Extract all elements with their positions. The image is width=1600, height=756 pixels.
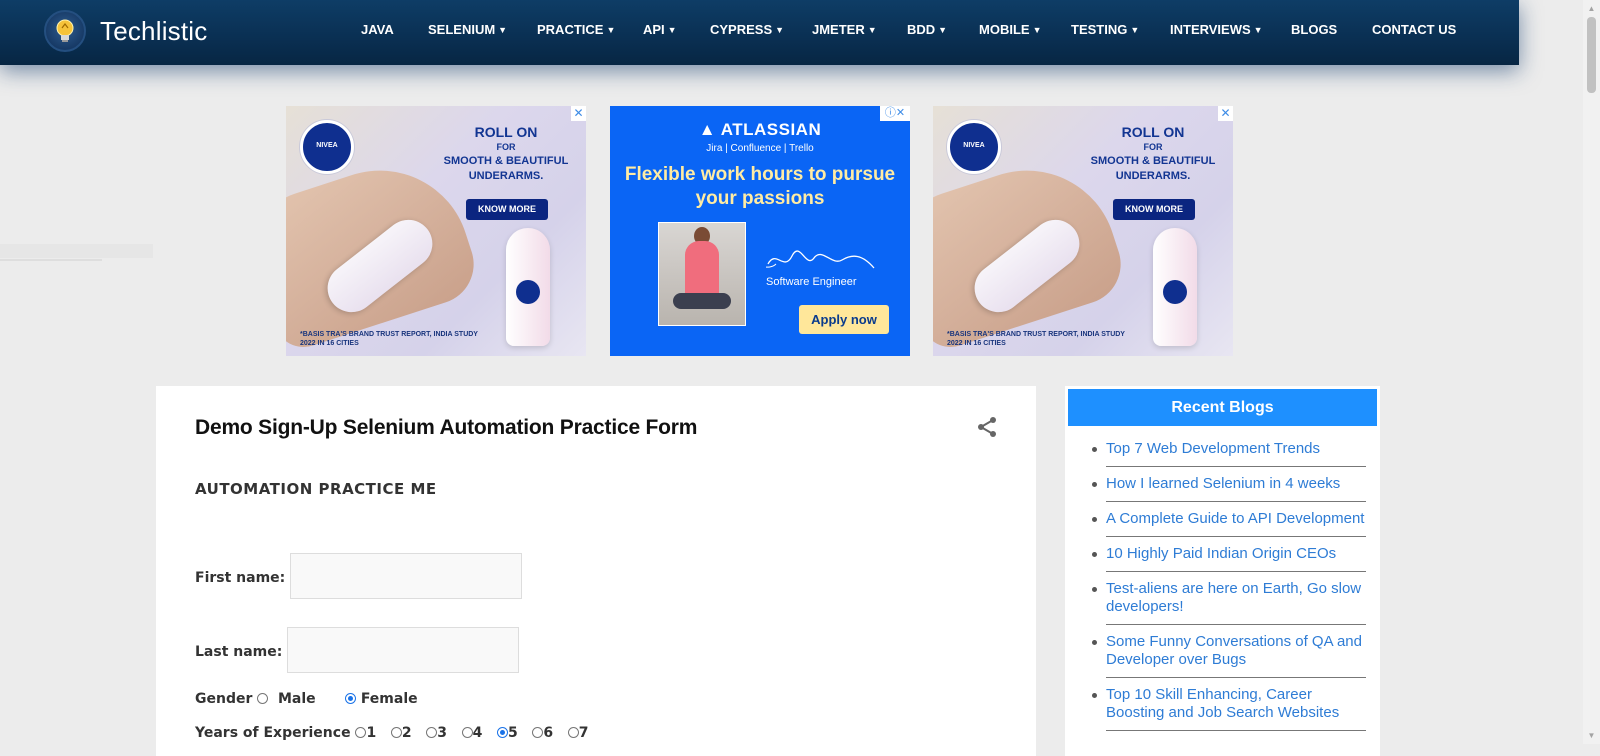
list-item: 10 Highly Paid Indian Origin CEOs xyxy=(1092,537,1366,572)
radio-male[interactable] xyxy=(257,693,269,704)
nav-bdd[interactable]: BDD ▼ xyxy=(907,22,947,37)
nav-jmeter[interactable]: JMETER ▼ xyxy=(812,22,877,37)
ad-choices-icon[interactable]: ⓘ✕ xyxy=(880,106,910,121)
gender-row: Gender Male Female xyxy=(195,691,418,707)
radio-exp-1[interactable] xyxy=(355,727,367,738)
share-icon[interactable] xyxy=(976,416,998,438)
page-title: Demo Sign-Up Selenium Automation Practic… xyxy=(195,416,698,439)
list-item: Top 7 Web Development Trends xyxy=(1092,432,1366,467)
section-heading: AUTOMATION PRACTICE ME xyxy=(195,480,437,498)
list-item: How I learned Selenium in 4 weeks xyxy=(1092,467,1366,502)
experience-label: Years of Experience xyxy=(195,725,351,741)
ad-banner-nivea-left[interactable]: NIVEA ROLL ON FOR SMOOTH & BEAUTIFUL UND… xyxy=(286,106,586,356)
first-name-input[interactable] xyxy=(290,553,522,599)
experience-option-2[interactable]: 2 xyxy=(390,725,412,741)
blog-link[interactable]: Top 7 Web Development Trends xyxy=(1106,440,1320,457)
close-icon[interactable]: ✕ xyxy=(571,106,586,121)
close-icon[interactable]: ✕ xyxy=(1218,106,1233,121)
nav-contact-us[interactable]: CONTACT US xyxy=(1372,22,1456,37)
last-name-input[interactable] xyxy=(287,627,519,673)
blog-link[interactable]: Some Funny Conversations of QA and Devel… xyxy=(1106,633,1362,668)
caret-down-icon: ▼ xyxy=(867,25,877,35)
ad-headline: Flexible work hours to pursue your passi… xyxy=(624,164,896,209)
experience-option-6[interactable]: 6 xyxy=(532,725,553,741)
experience-option-5[interactable]: 5 xyxy=(496,725,518,741)
faint-placeholder xyxy=(0,244,153,258)
scroll-up-icon[interactable]: ▲ xyxy=(1583,0,1600,17)
caret-down-icon: ▼ xyxy=(775,25,785,35)
list-item: A Complete Guide to API Development xyxy=(1092,502,1366,537)
scrollbar-thumb[interactable] xyxy=(1587,17,1596,93)
caret-down-icon: ▼ xyxy=(1253,25,1263,35)
nivea-logo: NIVEA xyxy=(300,120,354,174)
radio-exp-2[interactable] xyxy=(390,727,402,738)
experience-option-7[interactable]: 7 xyxy=(567,725,588,741)
first-name-label: First name: xyxy=(195,570,286,586)
experience-row: Years of Experience 1 2 3 4 5 6 7 xyxy=(195,725,588,741)
signature-image xyxy=(766,250,875,269)
nav-selenium[interactable]: SELENIUM ▼ xyxy=(428,22,507,37)
recent-blogs-title: Recent Blogs xyxy=(1068,389,1377,426)
experience-option-1[interactable]: 1 xyxy=(355,725,376,741)
ad-products: Jira | Confluence | Trello xyxy=(706,143,814,154)
ad-footnote: *BASIS TRA'S BRAND TRUST REPORT, INDIA S… xyxy=(947,331,1125,347)
blog-link[interactable]: Test-aliens are here on Earth, Go slow d… xyxy=(1106,580,1361,615)
gender-option-male[interactable]: Male xyxy=(257,691,316,707)
ad-headline: ROLL ON FOR SMOOTH & BEAUTIFUL UNDERARMS… xyxy=(1090,124,1216,182)
apply-now-button[interactable]: Apply now xyxy=(799,305,889,334)
nav-interviews[interactable]: INTERVIEWS ▼ xyxy=(1170,22,1263,37)
recent-blogs-list: Top 7 Web Development Trends How I learn… xyxy=(1065,432,1380,731)
list-item: Some Funny Conversations of QA and Devel… xyxy=(1092,625,1366,678)
blog-link[interactable]: 10 Highly Paid Indian Origin CEOs xyxy=(1106,545,1336,562)
main-nav: JAVA SELENIUM ▼ PRACTICE ▼ API ▼ CYPRESS ▼ J… xyxy=(0,0,1519,63)
gender-option-female[interactable]: Female xyxy=(344,691,418,707)
caret-down-icon: ▼ xyxy=(1032,25,1042,35)
nav-practice[interactable]: PRACTICE ▼ xyxy=(537,22,615,37)
caret-down-icon: ▼ xyxy=(1130,25,1140,35)
nav-testing[interactable]: TESTING ▼ xyxy=(1071,22,1139,37)
ad-banner-nivea-right[interactable]: NIVEA ROLL ON FOR SMOOTH & BEAUTIFUL UND… xyxy=(933,106,1233,356)
nav-mobile[interactable]: MOBILE ▼ xyxy=(979,22,1041,37)
blog-link[interactable]: A Complete Guide to API Development xyxy=(1106,510,1364,527)
list-item: Test-aliens are here on Earth, Go slow d… xyxy=(1092,572,1366,625)
blog-link[interactable]: Top 10 Skill Enhancing, Career Boosting … xyxy=(1106,686,1339,721)
nivea-logo: NIVEA xyxy=(947,120,1001,174)
know-more-button[interactable]: KNOW MORE xyxy=(466,199,548,220)
experience-option-4[interactable]: 4 xyxy=(461,725,482,741)
know-more-button[interactable]: KNOW MORE xyxy=(1113,199,1195,220)
nav-java[interactable]: JAVA xyxy=(361,22,394,37)
caret-down-icon: ▼ xyxy=(938,25,948,35)
caret-down-icon: ▼ xyxy=(667,25,677,35)
blog-link[interactable]: How I learned Selenium in 4 weeks xyxy=(1106,475,1340,492)
recent-blogs-widget: Recent Blogs Top 7 Web Development Trend… xyxy=(1065,386,1380,756)
article-card: Demo Sign-Up Selenium Automation Practic… xyxy=(156,386,1036,756)
last-name-label: Last name: xyxy=(195,644,283,660)
radio-exp-6[interactable] xyxy=(532,727,544,738)
ad-headline: ROLL ON FOR SMOOTH & BEAUTIFUL UNDERARMS… xyxy=(443,124,569,182)
ad-banner-atlassian[interactable]: ▲ ATLASSIAN Jira | Confluence | Trello F… xyxy=(610,106,910,356)
radio-exp-5[interactable] xyxy=(496,727,508,738)
page-scrollbar[interactable]: ▲ ▼ xyxy=(1583,0,1600,744)
ad-footnote: *BASIS TRA'S BRAND TRUST REPORT, INDIA S… xyxy=(300,331,478,347)
gender-label: Gender xyxy=(195,691,253,707)
nav-cypress[interactable]: CYPRESS ▼ xyxy=(710,22,784,37)
nav-blogs[interactable]: BLOGS xyxy=(1291,22,1337,37)
ad-person-photo xyxy=(658,222,746,326)
radio-exp-4[interactable] xyxy=(461,727,473,738)
site-header: Techlistic JAVA SELENIUM ▼ PRACTICE ▼ API ▼… xyxy=(0,0,1519,65)
ad-product-bottle xyxy=(506,228,550,346)
caret-down-icon: ▼ xyxy=(498,25,508,35)
experience-option-3[interactable]: 3 xyxy=(426,725,447,741)
radio-female[interactable] xyxy=(344,693,356,704)
radio-exp-7[interactable] xyxy=(567,727,579,738)
list-item: Top 10 Skill Enhancing, Career Boosting … xyxy=(1092,678,1366,731)
atlassian-logo: ▲ ATLASSIAN xyxy=(698,120,822,139)
ad-role: Software Engineer xyxy=(766,276,857,288)
scroll-down-icon[interactable]: ▼ xyxy=(1583,727,1600,744)
nav-api[interactable]: API ▼ xyxy=(643,22,677,37)
radio-exp-3[interactable] xyxy=(426,727,438,738)
faint-divider xyxy=(0,259,102,261)
ad-product-bottle xyxy=(1153,228,1197,346)
caret-down-icon: ▼ xyxy=(606,25,616,35)
